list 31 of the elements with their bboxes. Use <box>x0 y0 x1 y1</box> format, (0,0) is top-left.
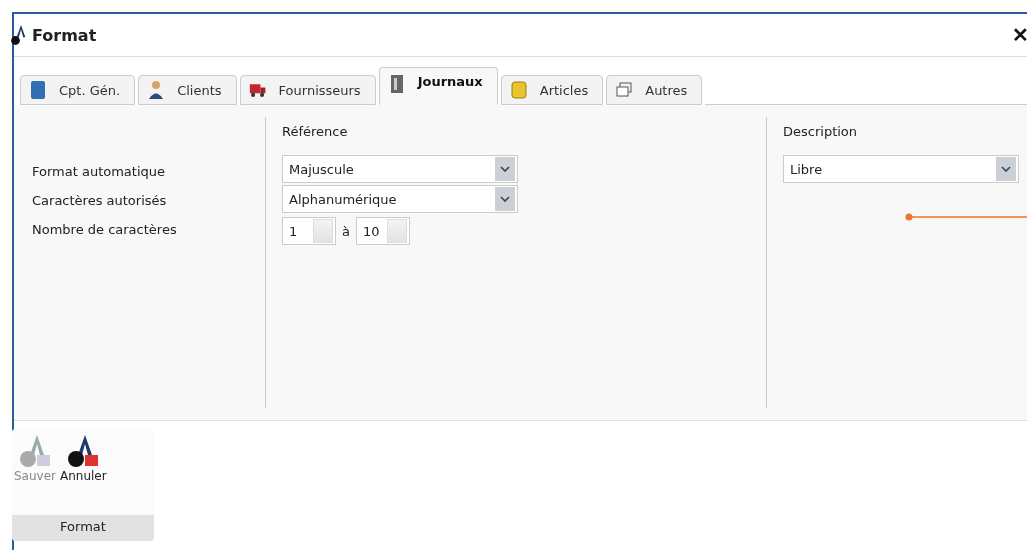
group-label: Format <box>12 515 154 541</box>
box-icon <box>509 80 528 100</box>
dropdown[interactable]: Alphanumérique <box>282 185 518 213</box>
column-heading: Référence <box>282 123 349 141</box>
book-icon <box>29 80 47 100</box>
tab[interactable]: Articles <box>500 75 604 105</box>
field-label: Format automatique <box>32 163 167 181</box>
windows-icon <box>615 80 634 100</box>
tab[interactable]: Fournisseurs <box>239 75 376 105</box>
number-field[interactable]: 1 <box>282 217 336 245</box>
chevron-icon <box>495 187 515 211</box>
column-heading: Description <box>783 123 859 141</box>
window-title: Format <box>32 25 98 45</box>
dropdown[interactable]: Majuscule <box>282 155 518 183</box>
dropdown[interactable]: Libre <box>783 155 1019 183</box>
chevron-icon <box>996 157 1016 181</box>
spinner-icon <box>386 219 407 243</box>
toolbar-button[interactable]: Annuler <box>58 429 109 515</box>
field-label: Caractères autorisés <box>32 192 168 210</box>
number-field[interactable]: 10 <box>355 217 410 245</box>
tab[interactable]: Autres <box>606 75 703 105</box>
tab[interactable]: Clients <box>138 75 237 105</box>
greyed-format-icon <box>17 433 53 469</box>
person-icon <box>147 80 166 100</box>
range-separator: à <box>342 223 350 239</box>
field-label: Nombre de caractères <box>32 221 178 239</box>
tab[interactable]: Journaux <box>378 67 498 105</box>
close-button[interactable]: ✕ <box>1012 23 1027 47</box>
tab[interactable]: Cpt. Gén. <box>20 75 136 105</box>
chevron-icon <box>495 157 515 181</box>
spinner-icon <box>313 219 333 243</box>
